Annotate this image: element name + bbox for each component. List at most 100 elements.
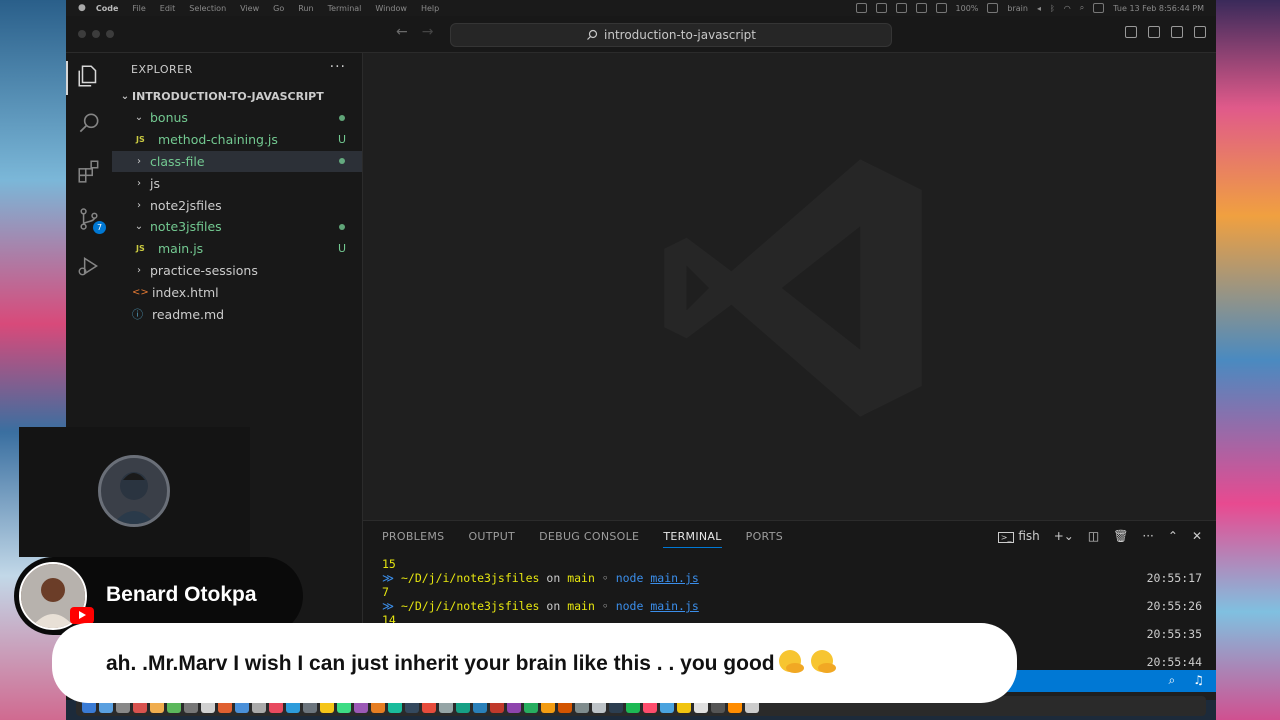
tab-output[interactable]: OUTPUT: [468, 530, 515, 548]
toggle-sidebar-icon[interactable]: [1125, 26, 1137, 38]
tab-ports[interactable]: PORTS: [746, 530, 783, 548]
minimize-window-button[interactable]: [92, 30, 100, 38]
toggle-secondary-sidebar-icon[interactable]: [1171, 26, 1183, 38]
tray-icon[interactable]: [855, 3, 867, 13]
close-panel-icon[interactable]: ✕: [1192, 529, 1202, 543]
extensions-icon[interactable]: [76, 158, 102, 184]
info-file-icon: ⓘ: [132, 308, 143, 322]
menubar-clock: Tue 13 Feb 8:56:44 PM: [1113, 3, 1204, 13]
prompt-separator: ◦: [601, 571, 609, 585]
terminal-output-text: 15: [382, 557, 396, 571]
bluetooth-icon[interactable]: ᛒ: [1050, 4, 1055, 13]
tab-problems[interactable]: PROBLEMS: [382, 530, 444, 548]
chat-message-bubble: ah. .Mr.Marv I wish I can just inherit y…: [52, 623, 1017, 703]
tray-icon[interactable]: [915, 3, 927, 13]
tree-item-label: practice-sessions: [150, 262, 258, 278]
tree-item-note2jsfiles[interactable]: › note2jsfiles: [112, 194, 362, 216]
terminal-shell-selector[interactable]: >_ fish: [997, 529, 1040, 543]
close-window-button[interactable]: [78, 30, 86, 38]
menubar-user[interactable]: brain: [1007, 4, 1028, 13]
tree-item-bonus[interactable]: ⌄ bonus: [112, 107, 362, 129]
tree-item-readme-md[interactable]: ⓘ readme.md: [112, 303, 362, 325]
status-bar-icons: ⌕ ♫: [1169, 673, 1205, 688]
active-indicator: [66, 61, 68, 95]
menu-go[interactable]: Go: [273, 4, 284, 13]
zoom-icon[interactable]: ⌕: [1169, 673, 1176, 688]
menu-file[interactable]: File: [132, 4, 145, 13]
streamer-avatar: [98, 455, 170, 527]
customize-layout-icon[interactable]: [1194, 26, 1206, 38]
tree-item-note3jsfiles[interactable]: ⌄ note3jsfiles: [112, 216, 362, 238]
chat-message-text: ah. .Mr.Marv I wish I can just inherit y…: [106, 652, 775, 675]
chevron-right-icon: ›: [137, 177, 141, 189]
forward-arrow-icon[interactable]: →: [422, 24, 434, 40]
tree-item-label: main.js: [158, 241, 204, 257]
prompt-file: main.js: [650, 599, 699, 613]
tree-item-method-chaining-js[interactable]: JS method-chaining.js U: [112, 129, 362, 151]
kill-terminal-icon[interactable]: 🗑: [1113, 529, 1128, 543]
maximize-panel-icon[interactable]: ⌃: [1168, 529, 1178, 543]
terminal-line: 15: [382, 557, 1202, 571]
terminal-line: ≫ ~/D/j/i/note3jsfiles on main ◦ node ma…: [382, 599, 1202, 613]
tray-icon[interactable]: [935, 3, 947, 13]
notifications-bell-icon[interactable]: ♫: [1193, 673, 1204, 688]
new-terminal-icon[interactable]: +⌄: [1054, 529, 1074, 543]
command-center-search[interactable]: introduction-to-javascript: [450, 23, 892, 47]
panel-tabs: PROBLEMS OUTPUT DEBUG CONSOLE TERMINAL P…: [382, 530, 783, 548]
battery-icon[interactable]: [987, 3, 999, 13]
tree-item-index-html[interactable]: <> index.html: [112, 281, 362, 303]
search-icon[interactable]: ⌕: [1080, 3, 1084, 13]
run-debug-icon[interactable]: [76, 253, 102, 279]
youtube-icon: [70, 607, 94, 624]
terminal-timestamp: 20:55:17: [1146, 571, 1202, 585]
layout-controls: [1125, 26, 1206, 38]
split-terminal-icon[interactable]: ◫: [1088, 529, 1099, 543]
tree-item-practice-sessions[interactable]: › practice-sessions: [112, 260, 362, 282]
tree-item-label: class-file: [150, 153, 205, 169]
workspace-root[interactable]: ⌄ INTRODUCTION-TO-JAVASCRIPT: [112, 85, 362, 107]
terminal-line: ≫ ~/D/j/i/note3jsfiles on main ◦ node ma…: [382, 571, 1202, 585]
wifi-icon[interactable]: ◠: [1064, 4, 1071, 13]
clock-icon[interactable]: [895, 3, 907, 13]
explorer-header: EXPLORER ···: [112, 53, 362, 85]
menu-terminal[interactable]: Terminal: [328, 4, 362, 13]
git-changes-dot: [339, 223, 345, 230]
tab-debug-console[interactable]: DEBUG CONSOLE: [539, 530, 639, 548]
menubar-app-name[interactable]: Code: [96, 4, 119, 13]
prompt-separator: ◦: [601, 599, 609, 613]
cloud-icon[interactable]: [875, 3, 887, 13]
zoom-window-button[interactable]: [106, 30, 114, 38]
file-tree: ⌄ bonus JS method-chaining.js U › class-file › j…: [112, 107, 362, 325]
toggle-panel-icon[interactable]: [1148, 26, 1160, 38]
tree-item-label: bonus: [150, 110, 188, 126]
panel-actions: >_ fish +⌄ ◫ 🗑 ··· ⌃ ✕: [997, 529, 1202, 543]
chevron-down-icon: ⌄: [134, 112, 144, 124]
tree-item-js[interactable]: › js: [112, 172, 362, 194]
window-controls: [78, 30, 114, 38]
tab-terminal[interactable]: TERMINAL: [663, 530, 722, 548]
tree-item-class-file[interactable]: › class-file: [112, 150, 362, 173]
menu-window[interactable]: Window: [375, 4, 407, 13]
apple-icon[interactable]: ●: [78, 3, 86, 13]
volume-icon[interactable]: ◂: [1037, 4, 1041, 13]
menu-view[interactable]: View: [240, 4, 259, 13]
terminal-timestamp: 20:55:35: [1146, 627, 1202, 641]
chat-message: ah. .Mr.Marv I wish I can just inherit y…: [106, 649, 839, 676]
menu-help[interactable]: Help: [421, 4, 439, 13]
prompt-branch: main: [567, 599, 595, 613]
back-arrow-icon[interactable]: ←: [396, 24, 408, 40]
search-icon[interactable]: [76, 110, 102, 136]
menu-run[interactable]: Run: [298, 4, 313, 13]
tree-item-label: js: [150, 175, 160, 191]
more-actions-icon[interactable]: ···: [330, 59, 346, 75]
menu-selection[interactable]: Selection: [189, 4, 226, 13]
prompt-branch: main: [567, 571, 595, 585]
javascript-file-icon: JS: [136, 244, 145, 254]
source-control-icon[interactable]: 7: [76, 206, 106, 234]
tree-item-main-js[interactable]: JS main.js U: [112, 238, 362, 260]
control-center-icon[interactable]: [1093, 3, 1105, 13]
explorer-icon[interactable]: [76, 63, 102, 89]
menu-edit[interactable]: Edit: [160, 4, 176, 13]
tree-item-label: note2jsfiles: [150, 197, 222, 213]
more-actions-icon[interactable]: ···: [1142, 529, 1153, 543]
